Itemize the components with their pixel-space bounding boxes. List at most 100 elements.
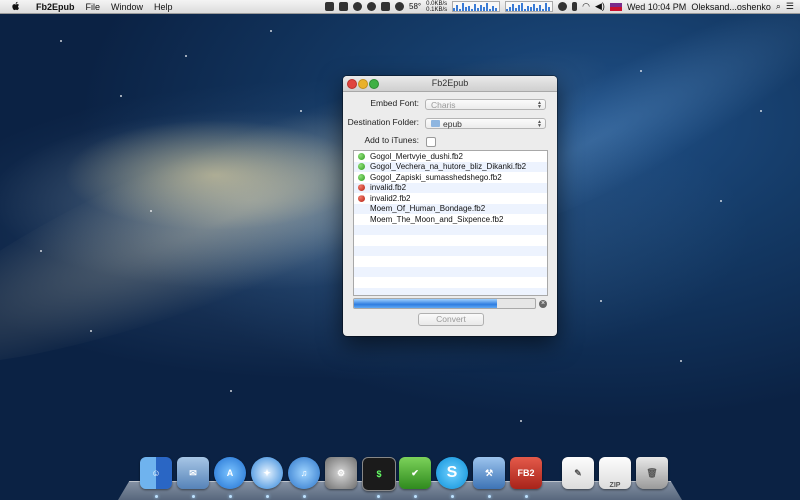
popup-arrows-icon: ▲ ▼ — [537, 119, 542, 129]
file-list-item[interactable]: Gogol_Vechera_na_hutore_bliz_Dikanki.fb2 — [354, 161, 547, 172]
clock[interactable]: Wed 10:04 PM — [627, 2, 686, 12]
zip-badge: ZIP — [609, 482, 621, 489]
file-name: Moem_The_Moon_and_Sixpence.fb2 — [370, 214, 504, 224]
safari-icon[interactable]: ✦ — [251, 457, 283, 489]
empty-list-row — [354, 235, 547, 246]
cpu-graph[interactable] — [452, 1, 501, 12]
notification-center-icon[interactable]: ☰ — [786, 1, 794, 12]
memory-graph[interactable] — [505, 1, 554, 12]
input-source-flag-icon[interactable] — [609, 2, 622, 11]
time-machine-icon[interactable] — [558, 2, 568, 11]
file-list-item[interactable]: Moem_Of_Human_Bondage.fb2 — [354, 203, 547, 214]
add-to-itunes-checkbox[interactable] — [426, 137, 436, 147]
menu-app-name[interactable]: Fb2Epub — [36, 2, 75, 12]
activity-icon[interactable] — [353, 2, 363, 11]
file-name: Gogol_Vechera_na_hutore_bliz_Dikanki.fb2 — [370, 162, 527, 172]
cpu-icon[interactable] — [381, 2, 391, 11]
convert-button[interactable]: Convert — [418, 313, 484, 326]
empty-list-row — [354, 277, 547, 288]
running-indicator — [192, 495, 195, 498]
running-indicator — [525, 495, 528, 498]
dock: ☺ ✉ A ✦ ♫ ⚙ $ ✔ S ⚒ FB2 ✎ ZIP 🗑 — [118, 455, 682, 500]
app-store-icon[interactable]: A — [214, 457, 246, 489]
finder-icon[interactable]: ☺ — [140, 457, 172, 489]
itunes-icon[interactable]: ♫ — [288, 457, 320, 489]
running-indicator — [451, 495, 454, 498]
temperature-readout[interactable]: 58° — [409, 2, 421, 11]
file-name: Moem_Of_Human_Bondage.fb2 — [370, 204, 486, 214]
file-list-item[interactable]: Gogol_Zapiski_sumasshedshego.fb2 — [354, 172, 547, 183]
destination-folder-label: Destination Folder: — [347, 117, 419, 127]
running-indicator — [266, 495, 269, 498]
error-icon — [358, 192, 365, 202]
menu-bar: Fb2Epub File Window Help 58° 0.0KB/s 0.1K… — [0, 0, 800, 14]
file-name: Gogol_Mertvyie_dushi.fb2 — [370, 151, 463, 161]
empty-list-row — [354, 266, 547, 277]
xcode-icon[interactable]: ⚒ — [473, 457, 505, 489]
file-list[interactable]: Gogol_Mertvyie_dushi.fb2 Gogol_Vechera_na… — [353, 150, 548, 296]
empty-list-row — [354, 256, 547, 267]
menu-help[interactable]: Help — [154, 2, 173, 12]
terminal-icon[interactable]: $ — [362, 457, 396, 491]
sync-icon[interactable] — [367, 2, 377, 11]
running-indicator — [229, 495, 232, 498]
embed-font-value: Charis — [431, 99, 456, 110]
file-name: invalid.fb2 — [370, 183, 407, 193]
spotlight-icon[interactable]: ⌕ — [776, 1, 781, 12]
running-indicator — [377, 495, 380, 498]
dropbox-icon[interactable] — [325, 2, 335, 11]
file-name: Gogol_Zapiski_sumasshedshego.fb2 — [370, 172, 502, 182]
window-titlebar[interactable]: Fb2Epub — [343, 76, 557, 92]
popup-arrows-icon: ▲ ▼ — [537, 100, 542, 110]
file-list-item[interactable]: Moem_The_Moon_and_Sixpence.fb2 — [354, 214, 547, 225]
menu-file[interactable]: File — [86, 2, 101, 12]
success-icon — [358, 152, 365, 160]
fb2epub-window: Fb2Epub Embed Font: Charis ▲ ▼ Destinatio… — [343, 76, 557, 336]
file-list-item[interactable]: invalid2.fb2 — [354, 192, 547, 204]
user-name[interactable]: Oleksand...oshenko — [691, 2, 771, 12]
box-icon[interactable] — [339, 2, 349, 11]
volume-icon[interactable]: ◀) — [595, 1, 605, 12]
running-indicator — [155, 495, 158, 498]
textmate-icon[interactable]: ✔ — [399, 457, 431, 489]
document-icon[interactable]: ✎ — [562, 457, 594, 489]
error-icon — [358, 181, 365, 192]
fb2epub-icon[interactable]: FB2 — [510, 457, 542, 489]
trash-icon[interactable]: 🗑 — [636, 457, 668, 489]
success-icon — [358, 163, 365, 171]
stop-icon[interactable]: × — [539, 300, 547, 308]
empty-list-row — [354, 287, 547, 295]
file-list-item[interactable]: invalid.fb2 — [354, 181, 547, 193]
window-title: Fb2Epub — [431, 78, 469, 88]
net-down: 0.1KB/s — [426, 6, 448, 13]
embed-font-popup[interactable]: Charis ▲ ▼ — [425, 99, 546, 110]
skype-icon[interactable]: S — [436, 457, 468, 489]
menu-window[interactable]: Window — [111, 2, 143, 12]
destination-folder-value: epub — [443, 118, 462, 129]
file-list-item[interactable]: Gogol_Mertvyie_dushi.fb2 — [354, 151, 547, 162]
progress-fill — [354, 299, 497, 308]
status-area: 58° 0.0KB/s 0.1KB/s ◠ ◀) Wed 10:04 PM Ole… — [320, 0, 794, 13]
empty-list-row — [354, 224, 547, 235]
running-indicator — [303, 495, 306, 498]
apple-menu-icon[interactable] — [10, 1, 22, 12]
file-name: invalid2.fb2 — [370, 193, 411, 203]
pending-icon — [358, 205, 365, 212]
success-icon — [358, 173, 365, 181]
wifi-icon[interactable]: ◠ — [582, 1, 590, 12]
bluetooth-icon[interactable] — [572, 2, 578, 11]
add-to-itunes-label: Add to iTunes: — [364, 135, 420, 145]
pending-icon — [358, 216, 365, 223]
steer-icon[interactable] — [395, 2, 405, 11]
mail-icon[interactable]: ✉ — [177, 457, 209, 489]
zip-icon[interactable]: ZIP — [599, 457, 631, 489]
folder-icon — [431, 120, 440, 127]
conversion-progress-bar — [353, 298, 536, 309]
system-preferences-icon[interactable]: ⚙ — [325, 457, 357, 489]
destination-folder-popup[interactable]: epub ▲ ▼ — [425, 118, 546, 129]
terminal-badge: $ — [376, 469, 382, 479]
fb2-badge: FB2 — [517, 468, 535, 478]
empty-list-row — [354, 245, 547, 256]
network-speed[interactable]: 0.0KB/s 0.1KB/s — [426, 1, 447, 13]
embed-font-label: Embed Font: — [370, 98, 419, 108]
